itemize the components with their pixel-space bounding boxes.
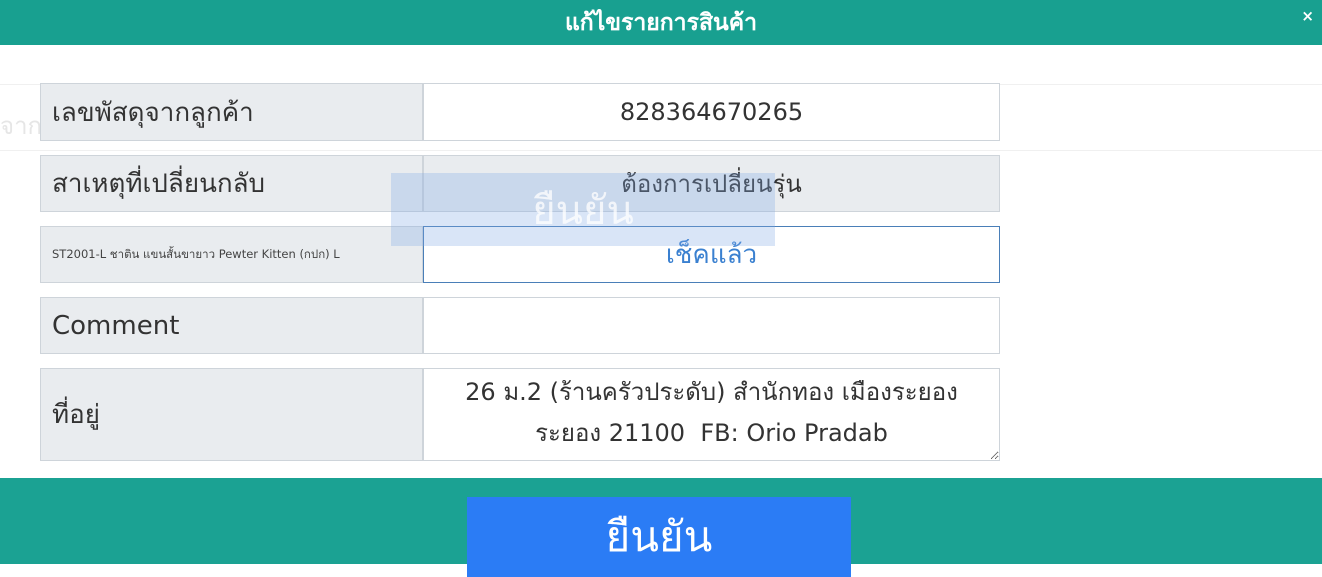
tracking-number-row: เลขพัสดุจากลูกค้า 828364670265: [40, 83, 1000, 141]
return-reason-label: สาเหตุที่เปลี่ยนกลับ: [40, 155, 423, 212]
close-icon[interactable]: ×: [1301, 7, 1314, 25]
confirm-button[interactable]: ยืนยัน: [467, 497, 851, 577]
address-label: ที่อยู่: [40, 368, 423, 461]
comment-input[interactable]: [424, 298, 999, 353]
tracking-number-input[interactable]: 828364670265: [423, 83, 1000, 141]
background-divider: [0, 150, 1322, 151]
return-reason-value: ต้องการเปลี่ยนรุ่น: [423, 155, 1000, 212]
product-check-row: ST2001-L ชาติน แขนสั้นขายาว Pewter Kitte…: [40, 226, 1000, 283]
comment-field[interactable]: [423, 297, 1000, 354]
comment-row: Comment: [40, 297, 1000, 354]
tracking-number-label: เลขพัสดุจากลูกค้า: [40, 83, 423, 141]
address-textarea[interactable]: 26 ม.2 (ร้านครัวประดับ) สำนักทอง เมืองระ…: [424, 369, 999, 460]
return-reason-row: สาเหตุที่เปลี่ยนกลับ ต้องการเปลี่ยนรุ่น: [40, 155, 1000, 212]
product-name-label: ST2001-L ชาติน แขนสั้นขายาว Pewter Kitte…: [40, 226, 423, 283]
comment-label: Comment: [40, 297, 423, 354]
address-row: ที่อยู่ 26 ม.2 (ร้านครัวประดับ) สำนักทอง…: [40, 368, 1000, 461]
address-field[interactable]: 26 ม.2 (ร้านครัวประดับ) สำนักทอง เมืองระ…: [423, 368, 1000, 461]
checked-status-field[interactable]: เช็คแล้ว: [423, 226, 1000, 283]
modal-header: แก้ไขรายการสินค้า ×: [0, 0, 1322, 45]
modal-title: แก้ไขรายการสินค้า: [564, 9, 758, 36]
